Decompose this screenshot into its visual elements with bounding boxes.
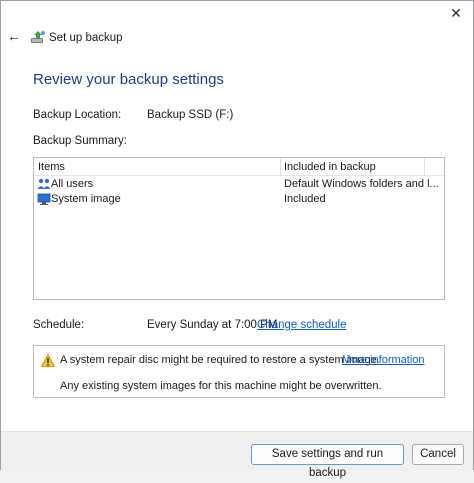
page-heading: Review your backup settings — [33, 71, 224, 88]
table-header: Items Included in backup — [34, 158, 444, 176]
column-header-included[interactable]: Included in backup — [284, 161, 376, 173]
backup-summary-label: Backup Summary: — [33, 135, 127, 147]
notice-box: A system repair disc might be required t… — [33, 345, 445, 398]
more-information-link[interactable]: More information — [342, 354, 425, 366]
back-arrow-icon[interactable]: ← — [7, 29, 21, 43]
users-icon — [37, 178, 51, 189]
column-header-items[interactable]: Items — [38, 161, 65, 173]
backup-app-icon — [31, 31, 45, 43]
close-button[interactable]: ✕ — [439, 1, 473, 25]
table-row[interactable]: System image Included — [34, 192, 444, 208]
save-and-run-button[interactable]: Save settings and run backup — [251, 444, 404, 479]
change-schedule-link[interactable]: Change schedule — [257, 319, 347, 331]
backup-location-label: Backup Location: — [33, 109, 122, 121]
backup-summary-table[interactable]: Items Included in backup All users Defau… — [33, 157, 445, 300]
notice-line-1: A system repair disc might be required t… — [60, 354, 380, 366]
column-divider[interactable] — [424, 158, 425, 176]
row-included-value: Included — [284, 193, 326, 205]
table-row[interactable]: All users Default Windows folders and l.… — [34, 177, 444, 193]
dialog-footer: Save settings and run backup Cancel — [1, 431, 473, 479]
backup-dialog: ✕ ← Set up backup Review your backup set… — [0, 0, 474, 479]
notice-line-2: Any existing system images for this mach… — [60, 380, 382, 392]
row-item-name: System image — [51, 193, 121, 205]
monitor-icon — [37, 193, 51, 205]
column-divider[interactable] — [280, 158, 281, 176]
row-item-name: All users — [51, 178, 94, 190]
backup-location-value: Backup SSD (F:) — [147, 109, 234, 121]
row-included-value: Default Windows folders and l... — [284, 178, 439, 190]
window-title: Set up backup — [49, 32, 123, 44]
title-bar: ✕ ← Set up backup — [1, 1, 473, 45]
schedule-label: Schedule: — [33, 319, 85, 331]
warning-icon — [41, 354, 55, 367]
cancel-button[interactable]: Cancel — [412, 444, 464, 465]
